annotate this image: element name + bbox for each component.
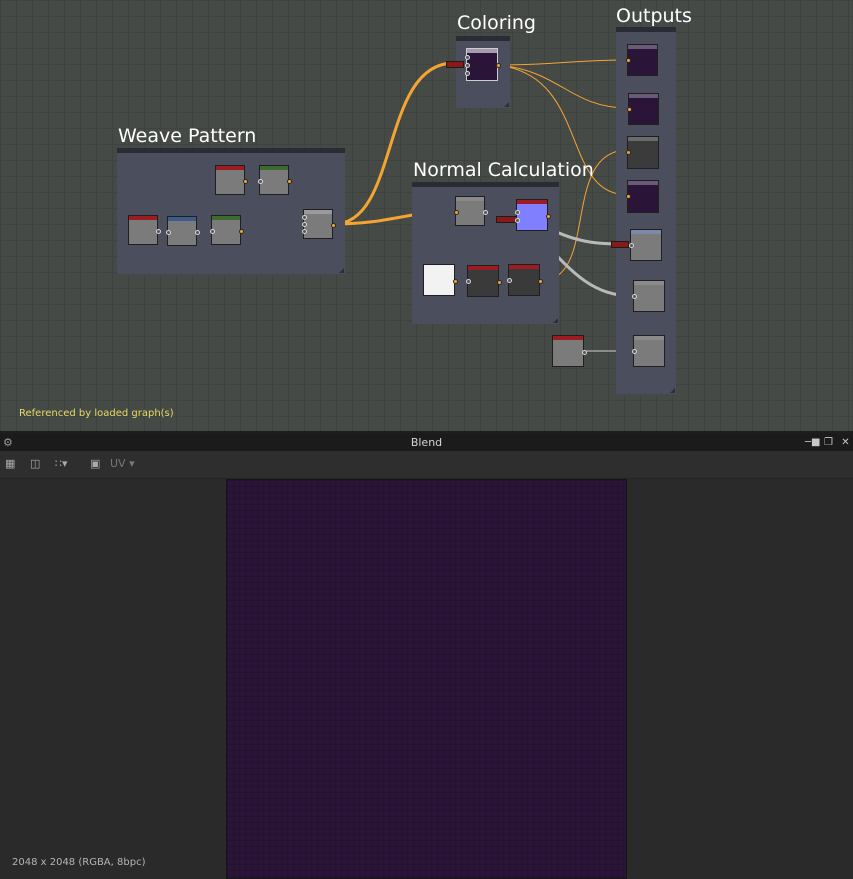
graph-node[interactable] [423, 264, 458, 296]
resize-handle[interactable] [670, 388, 675, 393]
graph-node[interactable] [465, 48, 501, 81]
chevron-down-icon: ▾ [129, 457, 135, 470]
referenced-note: Referenced by loaded graph(s) [19, 408, 174, 419]
frame-title-outputs: Outputs [616, 5, 692, 27]
uv-label: UV [110, 457, 126, 470]
input-pin[interactable] [611, 241, 629, 248]
frame-title-normal-calculation: Normal Calculation [413, 159, 594, 181]
graph-node[interactable] [466, 265, 502, 297]
graph-node[interactable] [507, 264, 543, 296]
texture-viewport[interactable]: 2048 x 2048 (RGBA, 8bpc) [0, 479, 853, 879]
viewer-toolbar: ▦ ◫ ∷▾ ▣ UV ▾ [0, 451, 853, 479]
panel-title: Blend [410, 436, 443, 449]
input-pin[interactable] [446, 61, 464, 68]
layout-icon[interactable]: ∷▾ [55, 457, 68, 471]
panel-header: ⚙ Blend ─■ ❐ ✕ [0, 434, 853, 451]
node-graph-canvas[interactable]: Weave Pattern Coloring Normal Calculatio… [0, 0, 853, 431]
wire [496, 59, 629, 66]
resize-handle[interactable] [339, 268, 344, 273]
resize-handle[interactable] [504, 102, 509, 107]
frame-title-weave-pattern: Weave Pattern [118, 125, 257, 147]
channels-icon[interactable]: ▦ [5, 457, 15, 471]
graph-node[interactable] [454, 196, 488, 226]
output-node[interactable] [626, 180, 659, 213]
graph-node[interactable] [166, 216, 200, 246]
graph-node[interactable] [210, 215, 244, 245]
restore-icon[interactable]: ❐ [822, 436, 835, 449]
resolution-info: 2048 x 2048 (RGBA, 8bpc) [12, 857, 146, 868]
output-node[interactable] [632, 280, 665, 312]
uv-dropdown[interactable]: UV ▾ [110, 457, 135, 471]
frame-title-coloring: Coloring [457, 12, 536, 34]
output-node[interactable] [629, 229, 662, 261]
output-node[interactable] [626, 136, 659, 169]
resize-handle[interactable] [553, 318, 558, 323]
output-node[interactable] [627, 93, 659, 125]
save-icon[interactable]: ◫ [30, 457, 40, 471]
output-node[interactable] [632, 335, 665, 367]
texture-preview[interactable] [226, 479, 627, 879]
output-node[interactable] [626, 44, 658, 76]
camera-icon[interactable]: ▣ [90, 457, 100, 471]
close-icon[interactable]: ✕ [839, 436, 852, 449]
graph-node[interactable] [302, 209, 336, 239]
graph-node[interactable] [552, 335, 587, 367]
graph-node[interactable] [515, 199, 551, 231]
graph-node[interactable] [258, 165, 292, 195]
wire [496, 64, 629, 109]
pin-icon[interactable]: ─■ [805, 436, 820, 449]
graph-node[interactable] [215, 165, 248, 195]
graph-node[interactable] [128, 215, 161, 245]
